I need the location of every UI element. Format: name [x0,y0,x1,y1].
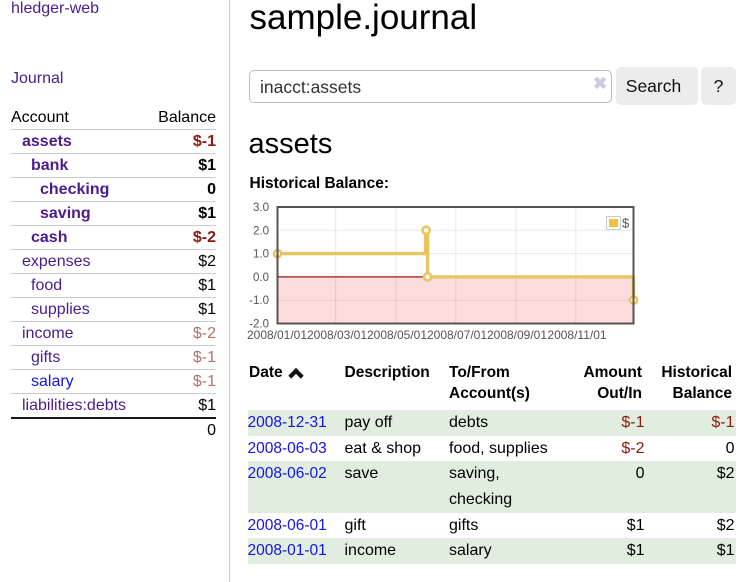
svg-text:2008/05/01: 2008/05/01 [367,328,427,342]
svg-text:2.0: 2.0 [253,225,269,237]
svg-text:2008/11/01: 2008/11/01 [547,328,606,342]
svg-text:2008/03/01: 2008/03/01 [307,328,367,342]
svg-text:2008/07/01: 2008/07/01 [427,328,487,342]
svg-text:1.0: 1.0 [253,249,269,261]
svg-text:2008/09/01: 2008/09/01 [487,328,547,342]
svg-text:$: $ [622,216,630,231]
svg-text:3.0: 3.0 [253,202,269,214]
svg-text:-1.0: -1.0 [249,295,269,307]
svg-text:2008/01/01: 2008/01/01 [247,328,307,342]
svg-text:0.0: 0.0 [253,272,269,284]
